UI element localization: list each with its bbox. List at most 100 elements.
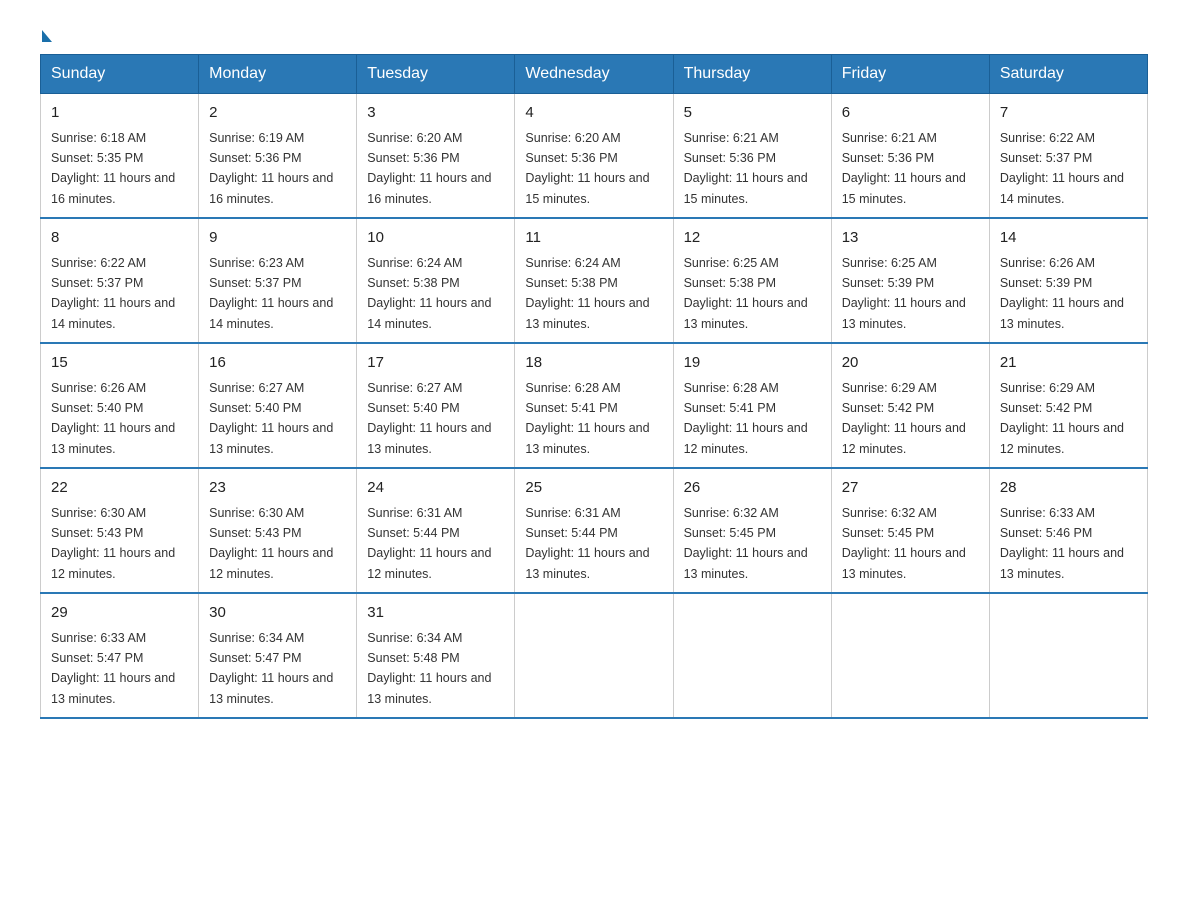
calendar-cell: 22 Sunrise: 6:30 AMSunset: 5:43 PMDaylig… xyxy=(41,468,199,593)
day-number: 29 xyxy=(51,602,188,625)
day-number: 19 xyxy=(684,352,821,375)
day-info: Sunrise: 6:30 AMSunset: 5:43 PMDaylight:… xyxy=(209,506,333,581)
day-info: Sunrise: 6:26 AMSunset: 5:39 PMDaylight:… xyxy=(1000,256,1124,331)
calendar-cell: 16 Sunrise: 6:27 AMSunset: 5:40 PMDaylig… xyxy=(199,343,357,468)
calendar-header-tuesday: Tuesday xyxy=(357,55,515,94)
day-info: Sunrise: 6:20 AMSunset: 5:36 PMDaylight:… xyxy=(525,131,649,206)
calendar-cell: 18 Sunrise: 6:28 AMSunset: 5:41 PMDaylig… xyxy=(515,343,673,468)
day-number: 21 xyxy=(1000,352,1137,375)
day-number: 9 xyxy=(209,227,346,250)
calendar-cell: 11 Sunrise: 6:24 AMSunset: 5:38 PMDaylig… xyxy=(515,218,673,343)
calendar-week-row: 8 Sunrise: 6:22 AMSunset: 5:37 PMDayligh… xyxy=(41,218,1148,343)
day-info: Sunrise: 6:33 AMSunset: 5:46 PMDaylight:… xyxy=(1000,506,1124,581)
calendar-week-row: 22 Sunrise: 6:30 AMSunset: 5:43 PMDaylig… xyxy=(41,468,1148,593)
calendar-cell: 8 Sunrise: 6:22 AMSunset: 5:37 PMDayligh… xyxy=(41,218,199,343)
logo xyxy=(40,30,52,44)
page-header xyxy=(40,30,1148,44)
calendar-cell: 26 Sunrise: 6:32 AMSunset: 5:45 PMDaylig… xyxy=(673,468,831,593)
day-info: Sunrise: 6:24 AMSunset: 5:38 PMDaylight:… xyxy=(367,256,491,331)
calendar-header-saturday: Saturday xyxy=(989,55,1147,94)
day-number: 12 xyxy=(684,227,821,250)
calendar-cell: 19 Sunrise: 6:28 AMSunset: 5:41 PMDaylig… xyxy=(673,343,831,468)
day-number: 24 xyxy=(367,477,504,500)
day-number: 20 xyxy=(842,352,979,375)
calendar-cell: 14 Sunrise: 6:26 AMSunset: 5:39 PMDaylig… xyxy=(989,218,1147,343)
day-number: 25 xyxy=(525,477,662,500)
day-number: 17 xyxy=(367,352,504,375)
day-info: Sunrise: 6:34 AMSunset: 5:48 PMDaylight:… xyxy=(367,631,491,706)
calendar-header-friday: Friday xyxy=(831,55,989,94)
day-number: 26 xyxy=(684,477,821,500)
calendar-cell: 4 Sunrise: 6:20 AMSunset: 5:36 PMDayligh… xyxy=(515,94,673,219)
day-info: Sunrise: 6:28 AMSunset: 5:41 PMDaylight:… xyxy=(525,381,649,456)
day-number: 28 xyxy=(1000,477,1137,500)
day-info: Sunrise: 6:29 AMSunset: 5:42 PMDaylight:… xyxy=(1000,381,1124,456)
calendar-cell xyxy=(831,593,989,718)
day-info: Sunrise: 6:25 AMSunset: 5:39 PMDaylight:… xyxy=(842,256,966,331)
calendar-table: SundayMondayTuesdayWednesdayThursdayFrid… xyxy=(40,54,1148,719)
calendar-cell: 21 Sunrise: 6:29 AMSunset: 5:42 PMDaylig… xyxy=(989,343,1147,468)
day-info: Sunrise: 6:21 AMSunset: 5:36 PMDaylight:… xyxy=(842,131,966,206)
day-info: Sunrise: 6:21 AMSunset: 5:36 PMDaylight:… xyxy=(684,131,808,206)
day-info: Sunrise: 6:31 AMSunset: 5:44 PMDaylight:… xyxy=(525,506,649,581)
day-info: Sunrise: 6:32 AMSunset: 5:45 PMDaylight:… xyxy=(684,506,808,581)
day-number: 8 xyxy=(51,227,188,250)
day-number: 23 xyxy=(209,477,346,500)
calendar-cell: 25 Sunrise: 6:31 AMSunset: 5:44 PMDaylig… xyxy=(515,468,673,593)
calendar-week-row: 1 Sunrise: 6:18 AMSunset: 5:35 PMDayligh… xyxy=(41,94,1148,219)
calendar-cell: 29 Sunrise: 6:33 AMSunset: 5:47 PMDaylig… xyxy=(41,593,199,718)
day-number: 14 xyxy=(1000,227,1137,250)
day-number: 6 xyxy=(842,102,979,125)
day-number: 16 xyxy=(209,352,346,375)
calendar-cell xyxy=(989,593,1147,718)
day-info: Sunrise: 6:28 AMSunset: 5:41 PMDaylight:… xyxy=(684,381,808,456)
calendar-header-thursday: Thursday xyxy=(673,55,831,94)
calendar-header-sunday: Sunday xyxy=(41,55,199,94)
calendar-cell: 30 Sunrise: 6:34 AMSunset: 5:47 PMDaylig… xyxy=(199,593,357,718)
calendar-cell: 13 Sunrise: 6:25 AMSunset: 5:39 PMDaylig… xyxy=(831,218,989,343)
calendar-week-row: 29 Sunrise: 6:33 AMSunset: 5:47 PMDaylig… xyxy=(41,593,1148,718)
day-info: Sunrise: 6:22 AMSunset: 5:37 PMDaylight:… xyxy=(51,256,175,331)
day-number: 13 xyxy=(842,227,979,250)
logo-triangle-icon xyxy=(42,30,52,42)
calendar-cell: 15 Sunrise: 6:26 AMSunset: 5:40 PMDaylig… xyxy=(41,343,199,468)
day-number: 3 xyxy=(367,102,504,125)
calendar-header-wednesday: Wednesday xyxy=(515,55,673,94)
day-number: 7 xyxy=(1000,102,1137,125)
day-info: Sunrise: 6:31 AMSunset: 5:44 PMDaylight:… xyxy=(367,506,491,581)
day-number: 11 xyxy=(525,227,662,250)
day-info: Sunrise: 6:20 AMSunset: 5:36 PMDaylight:… xyxy=(367,131,491,206)
calendar-week-row: 15 Sunrise: 6:26 AMSunset: 5:40 PMDaylig… xyxy=(41,343,1148,468)
day-info: Sunrise: 6:22 AMSunset: 5:37 PMDaylight:… xyxy=(1000,131,1124,206)
calendar-header-monday: Monday xyxy=(199,55,357,94)
day-number: 5 xyxy=(684,102,821,125)
day-number: 27 xyxy=(842,477,979,500)
day-number: 18 xyxy=(525,352,662,375)
day-info: Sunrise: 6:29 AMSunset: 5:42 PMDaylight:… xyxy=(842,381,966,456)
day-number: 1 xyxy=(51,102,188,125)
day-info: Sunrise: 6:26 AMSunset: 5:40 PMDaylight:… xyxy=(51,381,175,456)
day-info: Sunrise: 6:19 AMSunset: 5:36 PMDaylight:… xyxy=(209,131,333,206)
day-info: Sunrise: 6:32 AMSunset: 5:45 PMDaylight:… xyxy=(842,506,966,581)
day-info: Sunrise: 6:23 AMSunset: 5:37 PMDaylight:… xyxy=(209,256,333,331)
calendar-cell: 27 Sunrise: 6:32 AMSunset: 5:45 PMDaylig… xyxy=(831,468,989,593)
calendar-header-row: SundayMondayTuesdayWednesdayThursdayFrid… xyxy=(41,55,1148,94)
day-number: 15 xyxy=(51,352,188,375)
calendar-cell: 17 Sunrise: 6:27 AMSunset: 5:40 PMDaylig… xyxy=(357,343,515,468)
calendar-cell: 7 Sunrise: 6:22 AMSunset: 5:37 PMDayligh… xyxy=(989,94,1147,219)
calendar-cell xyxy=(673,593,831,718)
day-info: Sunrise: 6:30 AMSunset: 5:43 PMDaylight:… xyxy=(51,506,175,581)
logo-blue-part xyxy=(40,30,52,44)
calendar-cell: 20 Sunrise: 6:29 AMSunset: 5:42 PMDaylig… xyxy=(831,343,989,468)
calendar-cell: 5 Sunrise: 6:21 AMSunset: 5:36 PMDayligh… xyxy=(673,94,831,219)
calendar-cell: 10 Sunrise: 6:24 AMSunset: 5:38 PMDaylig… xyxy=(357,218,515,343)
calendar-cell: 9 Sunrise: 6:23 AMSunset: 5:37 PMDayligh… xyxy=(199,218,357,343)
day-info: Sunrise: 6:33 AMSunset: 5:47 PMDaylight:… xyxy=(51,631,175,706)
calendar-cell: 6 Sunrise: 6:21 AMSunset: 5:36 PMDayligh… xyxy=(831,94,989,219)
day-number: 31 xyxy=(367,602,504,625)
calendar-cell: 1 Sunrise: 6:18 AMSunset: 5:35 PMDayligh… xyxy=(41,94,199,219)
calendar-cell: 28 Sunrise: 6:33 AMSunset: 5:46 PMDaylig… xyxy=(989,468,1147,593)
calendar-cell xyxy=(515,593,673,718)
day-info: Sunrise: 6:27 AMSunset: 5:40 PMDaylight:… xyxy=(209,381,333,456)
calendar-cell: 3 Sunrise: 6:20 AMSunset: 5:36 PMDayligh… xyxy=(357,94,515,219)
